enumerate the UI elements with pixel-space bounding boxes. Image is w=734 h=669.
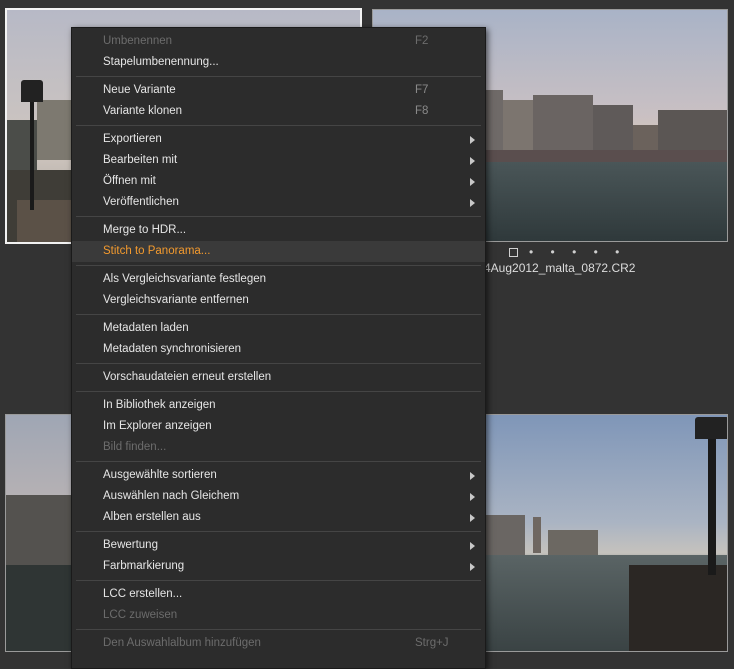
submenu-arrow-icon — [470, 136, 475, 144]
menu-item-label: Veröffentlichen — [103, 196, 179, 208]
submenu-arrow-icon — [470, 514, 475, 522]
menu-item-im-explorer-anzeigen[interactable]: Im Explorer anzeigen — [72, 416, 485, 437]
menu-item-label: Bearbeiten mit — [103, 154, 178, 166]
menu-item-label: Metadaten laden — [103, 322, 189, 334]
menu-separator — [76, 580, 481, 581]
menu-item-label: Vergleichsvariante entfernen — [103, 294, 249, 306]
menu-item-veröffentlichen[interactable]: Veröffentlichen — [72, 192, 485, 213]
menu-item-in-bibliothek-anzeigen[interactable]: In Bibliothek anzeigen — [72, 395, 485, 416]
menu-item-auswählen-nach-gleichem[interactable]: Auswählen nach Gleichem — [72, 486, 485, 507]
menu-item-stapelumbenennung[interactable]: Stapelumbenennung... — [72, 52, 485, 73]
menu-item-vergleichsvariante-entfernen[interactable]: Vergleichsvariante entfernen — [72, 290, 485, 311]
menu-item-label: Merge to HDR... — [103, 224, 187, 236]
menu-item-label: Metadaten synchronisieren — [103, 343, 242, 355]
menu-item-alben-erstellen-aus[interactable]: Alben erstellen aus — [72, 507, 485, 528]
menu-item-den-auswahlalbum-hinzufügen: Den Auswahlalbum hinzufügen Strg+J — [72, 633, 485, 654]
menu-item-label: Bild finden... — [103, 441, 167, 453]
menu-separator — [76, 314, 481, 315]
thumbnail-caption: 4Aug2012_malta_0872.CR2 — [484, 261, 636, 275]
menu-item-label: Vorschaudateien erneut erstellen — [103, 371, 272, 383]
menu-item-shortcut: F2 — [415, 35, 429, 47]
menu-item-exportieren[interactable]: Exportieren — [72, 129, 485, 150]
menu-item-label: Ausgewählte sortieren — [103, 469, 217, 481]
menu-item-lcc-erstellen[interactable]: LCC erstellen... — [72, 584, 485, 605]
menu-item-farbmarkierung[interactable]: Farbmarkierung — [72, 556, 485, 577]
menu-item-metadaten-laden[interactable]: Metadaten laden — [72, 318, 485, 339]
menu-item-label: Farbmarkierung — [103, 560, 185, 572]
menu-separator — [76, 461, 481, 462]
menu-item-shortcut: F8 — [415, 105, 429, 117]
menu-separator — [76, 125, 481, 126]
menu-item-merge-to-hdr[interactable]: Merge to HDR... — [72, 220, 485, 241]
menu-separator — [76, 391, 481, 392]
submenu-arrow-icon — [470, 157, 475, 165]
submenu-arrow-icon — [470, 542, 475, 550]
submenu-arrow-icon — [470, 493, 475, 501]
menu-item-bearbeiten-mit[interactable]: Bearbeiten mit — [72, 150, 485, 171]
menu-item-als-vergleichsvariante-festlegen[interactable]: Als Vergleichsvariante festlegen — [72, 269, 485, 290]
menu-item-label: LCC zuweisen — [103, 609, 178, 621]
menu-item-label: LCC erstellen... — [103, 588, 183, 600]
menu-item-label: Im Explorer anzeigen — [103, 420, 212, 432]
menu-item-variante-klonen[interactable]: Variante klonen F8 — [72, 101, 485, 122]
rating-reject-box[interactable] — [509, 248, 518, 257]
menu-item-label: Als Vergleichsvariante festlegen — [103, 273, 267, 285]
menu-item-bewertung[interactable]: Bewertung — [72, 535, 485, 556]
menu-item-label: Alben erstellen aus — [103, 511, 201, 523]
submenu-arrow-icon — [470, 472, 475, 480]
rating-dots[interactable]: • • • • • — [529, 245, 626, 259]
menu-item-label: Stapelumbenennung... — [103, 56, 219, 68]
submenu-arrow-icon — [470, 563, 475, 571]
menu-item-neue-variante[interactable]: Neue Variante F7 — [72, 80, 485, 101]
menu-item-ausgewählte-sortieren[interactable]: Ausgewählte sortieren — [72, 465, 485, 486]
menu-separator — [76, 265, 481, 266]
menu-item-label: Auswählen nach Gleichem — [103, 490, 240, 502]
menu-item-shortcut: Strg+J — [415, 637, 449, 649]
menu-separator — [76, 216, 481, 217]
menu-item-label: Neue Variante — [103, 84, 176, 96]
menu-separator — [76, 363, 481, 364]
submenu-arrow-icon — [470, 199, 475, 207]
menu-item-bild-finden: Bild finden... — [72, 437, 485, 458]
menu-separator — [76, 76, 481, 77]
menu-item-label: Bewertung — [103, 539, 158, 551]
menu-item-label: Öffnen mit — [103, 175, 156, 187]
menu-item-vorschaudateien-erneut-erstellen[interactable]: Vorschaudateien erneut erstellen — [72, 367, 485, 388]
menu-item-umbenennen: Umbenennen F2 — [72, 31, 485, 52]
menu-item-label: Exportieren — [103, 133, 162, 145]
menu-item-stitch-to-panorama[interactable]: Stitch to Panorama... — [72, 241, 485, 262]
context-menu: Umbenennen F2 Stapelumbenennung... Neue Var… — [71, 27, 486, 669]
menu-item-label: Variante klonen — [103, 105, 183, 117]
submenu-arrow-icon — [470, 178, 475, 186]
menu-item-label: Umbenennen — [103, 35, 173, 47]
menu-item-label: Stitch to Panorama... — [103, 245, 211, 257]
menu-item-öffnen-mit[interactable]: Öffnen mit — [72, 171, 485, 192]
menu-item-label: In Bibliothek anzeigen — [103, 399, 216, 411]
menu-item-label: Den Auswahlalbum hinzufügen — [103, 637, 261, 649]
menu-separator — [76, 629, 481, 630]
menu-item-lcc-zuweisen: LCC zuweisen — [72, 605, 485, 626]
menu-item-metadaten-synchronisieren[interactable]: Metadaten synchronisieren — [72, 339, 485, 360]
menu-item-shortcut: F7 — [415, 84, 429, 96]
menu-separator — [76, 531, 481, 532]
